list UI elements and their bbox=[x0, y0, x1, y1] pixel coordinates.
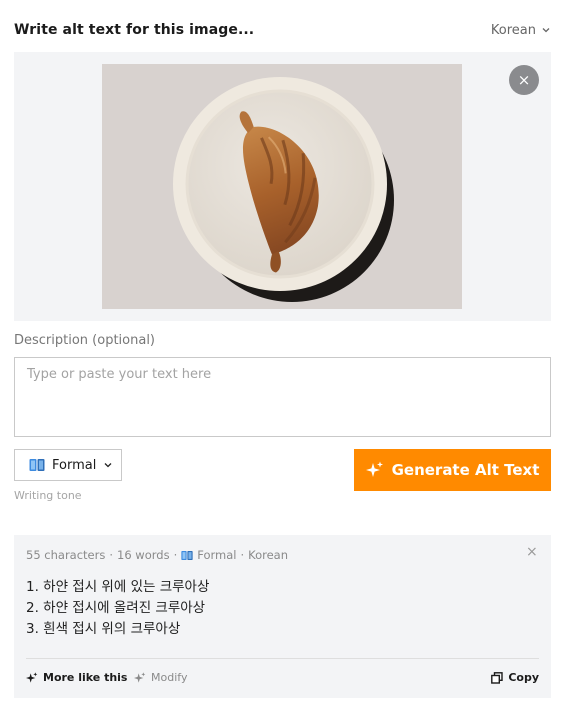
remove-image-button[interactable]: × bbox=[509, 65, 539, 95]
page-title: Write alt text for this image... bbox=[14, 22, 255, 38]
result-panel: 55 characters · 16 words · Formal · Kore… bbox=[14, 535, 551, 698]
sparkles-icon bbox=[134, 671, 146, 683]
copy-icon bbox=[491, 671, 504, 684]
croissant-plate-photo bbox=[102, 64, 462, 309]
chevron-down-icon bbox=[104, 463, 112, 468]
image-preview-panel: × bbox=[14, 52, 551, 321]
word-count: 16 words bbox=[117, 548, 170, 562]
result-language: Korean bbox=[248, 548, 288, 562]
result-meta: 55 characters · 16 words · Formal · Kore… bbox=[26, 548, 288, 562]
list-item[interactable]: 2. 하얀 접시에 올려진 크루아상 bbox=[26, 598, 209, 619]
more-like-this-label: More like this bbox=[43, 671, 128, 684]
meta-separator: · bbox=[173, 548, 178, 562]
tone-dropdown[interactable]: Formal bbox=[14, 449, 122, 481]
book-icon bbox=[29, 459, 45, 471]
list-item[interactable]: 1. 하얀 접시 위에 있는 크루아상 bbox=[26, 577, 209, 598]
copy-button[interactable]: Copy bbox=[491, 671, 539, 684]
alt-text-results: 1. 하얀 접시 위에 있는 크루아상 2. 하얀 접시에 올려진 크루아상 3… bbox=[26, 577, 209, 640]
generate-label: Generate Alt Text bbox=[391, 461, 540, 479]
header: Write alt text for this image... Korean bbox=[14, 20, 551, 40]
divider bbox=[26, 658, 539, 659]
tone-caption: Writing tone bbox=[14, 489, 82, 502]
language-label: Korean bbox=[490, 22, 536, 38]
sparkles-icon bbox=[365, 461, 383, 477]
modify-label: Modify bbox=[151, 671, 188, 684]
sparkles-icon bbox=[26, 671, 38, 683]
meta-separator: · bbox=[240, 548, 245, 562]
chevron-down-icon bbox=[542, 28, 550, 33]
more-like-this-button[interactable]: More like this bbox=[26, 671, 127, 684]
copy-label: Copy bbox=[508, 671, 539, 684]
uploaded-image bbox=[102, 64, 462, 309]
language-select[interactable]: Korean bbox=[491, 23, 551, 38]
meta-separator: · bbox=[109, 548, 114, 562]
description-input[interactable] bbox=[14, 357, 551, 437]
tone-selected-label: Formal bbox=[52, 457, 97, 473]
list-item[interactable]: 3. 흰색 접시 위의 크루아상 bbox=[26, 619, 209, 640]
book-icon bbox=[181, 550, 193, 560]
description-label: Description (optional) bbox=[14, 333, 156, 348]
close-icon: × bbox=[526, 544, 538, 560]
close-icon: × bbox=[517, 71, 531, 89]
generate-alt-text-button[interactable]: Generate Alt Text bbox=[354, 449, 551, 491]
result-tone: Formal bbox=[197, 548, 237, 562]
character-count: 55 characters bbox=[26, 548, 106, 562]
close-result-button[interactable]: × bbox=[526, 544, 538, 560]
modify-button[interactable]: Modify bbox=[134, 671, 187, 684]
